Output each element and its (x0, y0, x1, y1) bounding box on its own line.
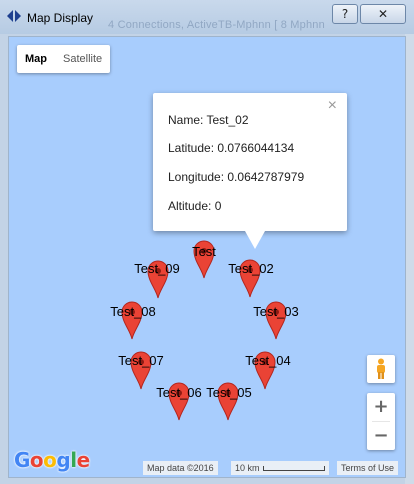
marker-label: Test_06 (156, 385, 202, 400)
window-title: Map Display (27, 11, 94, 25)
terms-of-use-link[interactable]: Terms of Use (337, 461, 399, 475)
zoom-control: + − (367, 393, 395, 450)
marker-label: Test_07 (118, 353, 164, 368)
map-type-satellite-button[interactable]: Satellite (55, 45, 110, 73)
info-longitude: Longitude: 0.0642787979 (168, 170, 305, 184)
zoom-in-button[interactable]: + (367, 393, 395, 421)
info-latitude: Latitude: 0.0766044134 (168, 141, 295, 155)
marker-label: Test_02 (228, 261, 274, 276)
scale-label: 10 km (235, 463, 260, 473)
marker-label: Test_03 (253, 304, 299, 319)
marker-label: Test_09 (134, 261, 180, 276)
info-name: Name: Test_02 (168, 113, 249, 127)
diamond-arrows-icon (7, 10, 21, 22)
marker-label: Test_05 (206, 385, 252, 400)
map-type-control: Map Satellite (17, 45, 111, 73)
marker-label: Test_04 (245, 353, 291, 368)
scale-bar (262, 466, 325, 472)
info-window: × Name: Test_02 Latitude: 0.0766044134 L… (153, 93, 347, 231)
scale-indicator[interactable]: 10 km (231, 461, 329, 475)
help-button[interactable]: ? (332, 4, 358, 24)
street-view-pegman-button[interactable] (367, 355, 395, 383)
map-type-map-button[interactable]: Map (17, 45, 55, 73)
title-bar: Map Display 4 Connections, ActiveTB-Mphn… (0, 0, 414, 35)
marker-label: Test (192, 244, 216, 259)
google-logo[interactable]: Google (14, 448, 90, 472)
zoom-out-button[interactable]: − (367, 422, 395, 450)
map-canvas[interactable]: Map Satellite × Name: Test_02 Latitude: … (8, 36, 406, 478)
close-button[interactable]: ✕ (360, 4, 406, 24)
info-window-close-icon[interactable]: × (328, 97, 337, 115)
map-data-attribution[interactable]: Map data ©2016 (143, 461, 218, 475)
info-altitude: Altitude: 0 (168, 199, 222, 213)
background-window-text: 4 Connections, ActiveTB-Mphnn [ 8 Mphnn (108, 19, 325, 31)
background-window-edge (405, 34, 414, 484)
info-window-pointer (245, 231, 265, 249)
marker-label: Test_08 (110, 304, 156, 319)
pegman-icon (377, 358, 385, 379)
